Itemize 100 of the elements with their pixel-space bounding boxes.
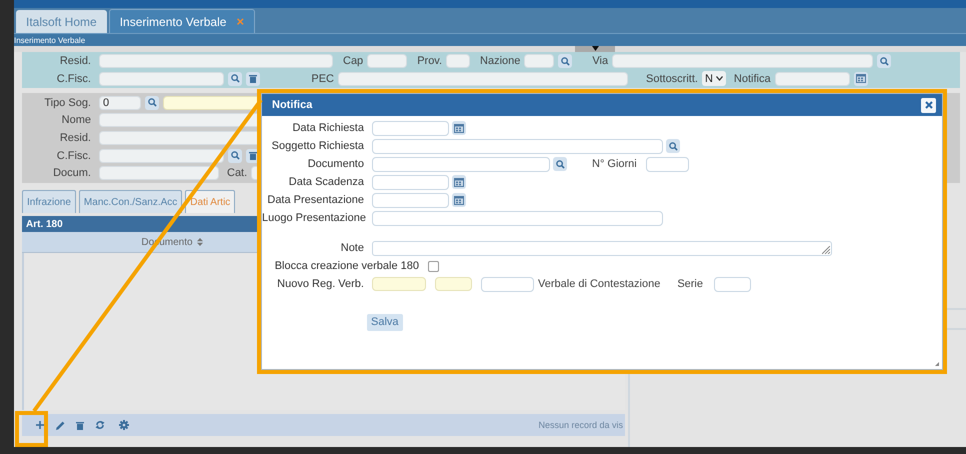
field-label: Resid. <box>58 132 91 144</box>
field-label: Prov. <box>417 55 442 68</box>
field-label: Data Scadenza <box>288 176 364 188</box>
date-field[interactable] <box>372 192 449 208</box>
search-icon <box>880 56 889 66</box>
settings-button[interactable] <box>116 417 132 433</box>
resize-grip-icon <box>822 246 830 254</box>
search-button[interactable] <box>553 157 567 171</box>
field-label: Documento <box>306 158 364 170</box>
field-label: Tipo Sog. <box>43 96 91 109</box>
trash-icon <box>76 420 84 430</box>
input-field[interactable] <box>338 72 628 86</box>
date-field[interactable] <box>372 174 449 190</box>
note-field[interactable] <box>372 240 832 256</box>
search-icon <box>230 74 240 84</box>
dialog-title: Notifica <box>272 99 312 111</box>
breadcrumb: Inserimento Verbale <box>14 36 86 44</box>
field-label: Verbale di Contestazione <box>538 278 660 290</box>
search-button[interactable] <box>228 72 242 86</box>
resize-grip-icon[interactable] <box>935 362 939 366</box>
field-label: Docum. <box>52 167 91 180</box>
pencil-icon <box>56 420 64 430</box>
select-field[interactable]: N <box>702 71 726 86</box>
search-button[interactable] <box>145 96 159 110</box>
calendar-icon <box>856 74 866 84</box>
calendar-button[interactable] <box>452 121 466 135</box>
input-field[interactable] <box>99 166 219 180</box>
input-field[interactable] <box>99 148 224 163</box>
calendar-button[interactable] <box>452 175 466 189</box>
collapse-handle[interactable] <box>575 46 615 52</box>
status-text: Nessun record da vis <box>538 420 624 430</box>
search-icon <box>148 98 156 108</box>
tab[interactable]: Manc.Con./Sanz.Acc <box>78 190 182 213</box>
field-label: Data Presentazione <box>266 194 364 206</box>
calendar-button[interactable] <box>452 193 466 207</box>
search-button[interactable] <box>666 139 680 153</box>
input-field[interactable] <box>612 54 874 68</box>
tab[interactable]: Infrazione <box>22 190 76 213</box>
field-label: Note <box>340 242 364 254</box>
field-label: Nuovo Reg. Verb. <box>276 278 364 290</box>
input-field[interactable] <box>524 54 554 68</box>
refresh-icon <box>95 420 105 430</box>
input-field[interactable] <box>372 156 550 172</box>
checkbox[interactable] <box>428 260 439 272</box>
highlight-frame <box>15 411 48 447</box>
search-button[interactable] <box>558 54 572 68</box>
search-icon <box>560 56 570 66</box>
checkbox-label: Blocca creazione verbale 180 <box>274 260 419 272</box>
field-label: Data Richiesta <box>291 122 364 134</box>
tab[interactable]: Dati Artic <box>185 190 236 213</box>
chevron-icon <box>716 76 723 82</box>
trash-icon <box>249 74 257 84</box>
field-label: Nazione <box>480 55 520 68</box>
field-label: Soggetto Richiesta <box>270 140 364 152</box>
input-field[interactable] <box>481 276 534 292</box>
input-field[interactable] <box>774 72 850 86</box>
sort-icon <box>196 238 203 246</box>
input-field[interactable] <box>372 210 663 226</box>
field-label: N° Giorni <box>592 158 637 170</box>
calendar-icon <box>454 124 464 132</box>
field-label: Nome <box>60 114 91 126</box>
input-field[interactable] <box>435 277 472 291</box>
input-field[interactable] <box>367 54 408 68</box>
delete-button[interactable] <box>246 72 260 86</box>
input-field[interactable] <box>99 54 333 68</box>
close-button[interactable] <box>921 98 936 112</box>
input-field[interactable] <box>714 276 751 292</box>
field-label: Cap <box>343 55 364 68</box>
calendar-icon <box>454 196 464 204</box>
search-icon <box>556 160 564 168</box>
field-label: Serie <box>677 278 703 290</box>
input-field[interactable]: 0 <box>99 96 141 110</box>
calendar-icon <box>454 178 464 186</box>
field-label: C.Fisc. <box>56 150 91 162</box>
close-icon <box>924 101 932 109</box>
field-label: Notifica <box>734 72 771 85</box>
settings-icon <box>119 420 129 430</box>
field-label: Resid. <box>58 55 91 68</box>
input-field[interactable] <box>372 138 663 154</box>
field-label: Via <box>592 55 608 68</box>
field-label: Luogo Presentazione <box>262 212 364 224</box>
input-field[interactable] <box>646 156 689 172</box>
search-icon <box>230 151 240 160</box>
save-button[interactable]: Salva <box>367 314 403 330</box>
input-field[interactable] <box>446 54 470 68</box>
search-button[interactable] <box>877 54 892 68</box>
field-label: Cat. <box>227 167 248 180</box>
date-field[interactable] <box>372 120 449 136</box>
input-field[interactable] <box>99 72 224 86</box>
trash-icon <box>249 151 257 160</box>
field-label: PEC <box>310 72 334 85</box>
plus-icon <box>36 421 44 429</box>
grid-title: Art. 180 <box>26 218 63 230</box>
tab[interactable]: Inserimento Verbale × <box>108 9 256 33</box>
search-button[interactable] <box>228 148 242 163</box>
search-icon <box>668 142 678 150</box>
field-label: C.Fisc. <box>56 72 91 85</box>
input-field[interactable] <box>372 277 426 291</box>
calendar-button[interactable] <box>854 72 868 86</box>
tab[interactable]: Italsoft Home <box>16 10 107 33</box>
